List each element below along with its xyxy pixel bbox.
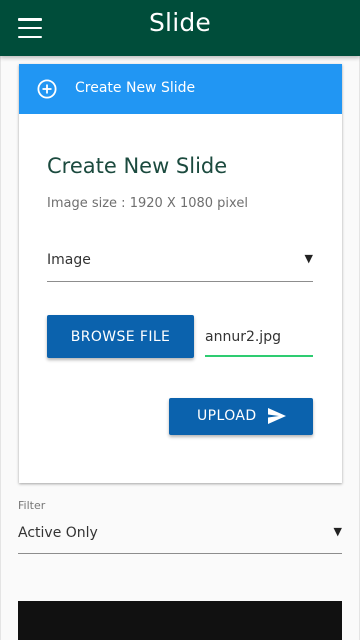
form-title: Create New Slide	[47, 154, 228, 178]
upload-button[interactable]: UPLOAD	[169, 398, 313, 435]
page-title: Slide	[148, 8, 211, 37]
app-bar: Slide	[0, 0, 360, 56]
slide-type-value: Image	[47, 252, 91, 268]
file-name-field[interactable]: annur2.jpg	[205, 324, 313, 357]
filter-select[interactable]: Active Only ▼	[18, 518, 342, 554]
filter-label: Filter	[18, 499, 46, 512]
create-slide-header-label: Create New Slide	[75, 80, 196, 96]
filter-value: Active Only	[18, 525, 98, 541]
add-circle-icon	[37, 79, 57, 99]
send-icon	[268, 408, 286, 424]
page-left-edge	[0, 56, 1, 640]
dropdown-arrow-icon: ▼	[304, 252, 313, 265]
slide-preview	[18, 601, 342, 640]
dropdown-arrow-icon: ▼	[333, 525, 342, 538]
image-size-hint: Image size : 1920 X 1080 pixel	[47, 196, 248, 211]
browse-file-button[interactable]: BROWSE FILE	[47, 315, 194, 358]
create-slide-header-button[interactable]: Create New Slide	[19, 64, 342, 114]
upload-label: UPLOAD	[197, 408, 257, 424]
create-slide-card: Create New Slide Create New Slide Image …	[19, 64, 342, 483]
slide-type-select[interactable]: Image ▼	[47, 244, 313, 282]
